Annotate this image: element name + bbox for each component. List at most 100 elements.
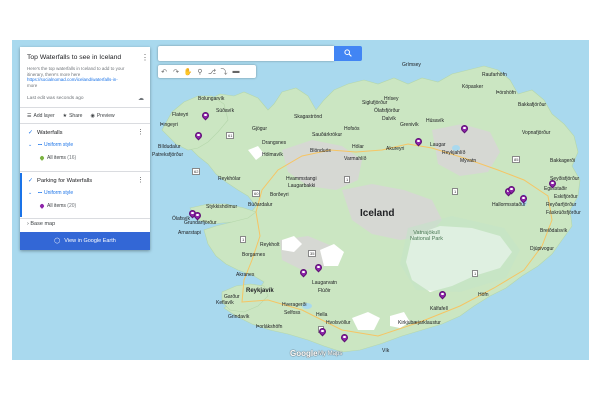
layer-checkbox[interactable]: ✓ (28, 129, 33, 136)
marker-icon[interactable]: ⚲ (194, 65, 206, 78)
eye-icon: ◉ (90, 113, 95, 119)
line-icon[interactable]: ⎇ (206, 65, 218, 78)
place-label-vopnafjordur: Vopnafjörður (522, 130, 551, 136)
place-label-breiddalsvik: Breiðdalsvík (540, 228, 568, 234)
capital-label: Reykjavík (246, 288, 274, 294)
chevron-down-icon[interactable]: ⌄ (28, 190, 32, 196)
road-shield: 60 (252, 190, 261, 197)
map-pin[interactable] (194, 212, 201, 221)
place-label-fludir: Flúðir (318, 288, 331, 294)
google-attribution: Google (290, 349, 318, 358)
place-label-laugarvatn: Laugarvatn (312, 280, 338, 286)
place-label-dalvik: Dalvík (382, 116, 396, 122)
place-label-vik: Vík (382, 348, 390, 354)
layer-style-link[interactable]: Uniform style (44, 142, 73, 148)
mymaps-attribution: My Maps (318, 351, 343, 357)
map-pin[interactable] (549, 180, 556, 189)
layer-waterfalls[interactable]: ✓ Waterfalls ⋮ ⌄ ⎓ Uniform style All ite… (20, 125, 150, 169)
hand-icon[interactable]: ✋ (182, 65, 194, 78)
redo-icon[interactable]: ↷ (170, 65, 182, 78)
purple-pin-icon (40, 204, 44, 209)
layer-style-link[interactable]: Uniform style (44, 190, 73, 196)
layers-icon: ☰ (27, 113, 32, 119)
divider (20, 218, 150, 219)
place-label-olafsfjordur: Ólafsfjörður (374, 108, 400, 114)
map-pin[interactable] (520, 195, 527, 204)
map-title[interactable]: Top Waterfalls to see in Iceland (27, 54, 121, 61)
share-button[interactable]: ★ Share (63, 113, 83, 119)
paint-roller-icon: ⎓ (38, 142, 42, 148)
description-link[interactable]: https://socialnomad.com/iceland/waterfal… (27, 77, 118, 82)
map-pin[interactable] (300, 269, 307, 278)
place-label-arnarstapi: Arnarstapi (178, 230, 201, 236)
map-pin[interactable] (315, 264, 322, 273)
place-label-hofn: Höfn (478, 292, 489, 298)
map-pin[interactable] (202, 112, 209, 121)
divider (20, 107, 150, 108)
place-label-saudarkrokur: Sauðárkrókur (312, 132, 343, 138)
divider (20, 171, 150, 172)
road-shield: 85 (512, 156, 521, 163)
base-map-toggle[interactable]: › Base map (27, 221, 55, 227)
road-shield: 62 (192, 168, 201, 175)
place-label-hvammstangi: Hvammstangi (286, 176, 317, 182)
search-button[interactable] (334, 46, 362, 61)
globe-icon: ◯ (54, 238, 61, 244)
place-label-thingeyri: Þingeyri (160, 122, 179, 128)
place-label-reykholar: Reykhólar (218, 176, 241, 182)
layer-options-icon[interactable]: ⋮ (137, 128, 144, 136)
layer-name[interactable]: Waterfalls (37, 130, 63, 136)
map-description[interactable]: Here's the top waterfalls in Iceland to … (27, 66, 139, 88)
place-label-varmahlid: Varmahlíð (344, 156, 367, 162)
map-pin[interactable] (341, 334, 348, 343)
place-label-djupivogur: Djúpivogur (530, 246, 554, 252)
map-pin[interactable] (461, 125, 468, 134)
place-label-bakkagerdi: Bakkagerði (550, 158, 576, 164)
park-label: Vatnajökull National Park (410, 230, 444, 242)
place-label-stykkisholmur: Stykkishólmur (206, 204, 238, 210)
map-pin[interactable] (319, 328, 326, 337)
layer-all-items[interactable]: All items (16) (47, 155, 76, 161)
map-pin[interactable] (508, 186, 515, 195)
place-label-sudavik: Súðavík (216, 108, 235, 114)
cloud-icon: ☁ (138, 96, 144, 102)
more-options-icon[interactable]: ⋮ (141, 53, 149, 62)
last-edit-status: Last edit was seconds ago (27, 96, 84, 101)
chevron-down-icon[interactable]: ⌄ (28, 142, 32, 148)
view-in-google-earth-button[interactable]: ◯ View in Google Earth (20, 232, 150, 250)
preview-button[interactable]: ◉ Preview (90, 113, 114, 119)
map-toolbar: ↶ ↷ ✋ ⚲ ⎇ ⤵ ▬ (158, 65, 256, 78)
layer-parking[interactable]: ✓ Parking for Waterfalls ⋮ ⌄ ⎓ Uniform s… (20, 173, 150, 217)
place-label-reykholt: Reykholt (260, 242, 280, 248)
place-label-hvolsvollur: Hvolsvöllur (326, 320, 351, 326)
search-input[interactable] (158, 46, 334, 61)
layer-checkbox[interactable]: ✓ (28, 177, 33, 184)
map-pin[interactable] (195, 132, 202, 141)
layer-name[interactable]: Parking for Waterfalls (37, 178, 92, 184)
place-label-kirkjubaejarklaustur: Kirkjubæjarklaustur (398, 320, 441, 326)
description-more[interactable]: more (27, 83, 37, 88)
road-shield: 1 (240, 236, 247, 243)
place-label-selfoss: Selfoss (284, 310, 301, 316)
road-shield: 1 (472, 270, 479, 277)
ruler-icon[interactable]: ▬ (230, 65, 242, 78)
place-label-drangsnes: Drangsnes (262, 140, 287, 146)
layer-options-icon[interactable]: ⋮ (137, 176, 144, 184)
place-label-bakkafjordur: Bakkafjörður (518, 102, 547, 108)
place-label-patreksfjordur: Patreksfjörður (152, 152, 184, 158)
place-label-eskifjordur: Eskifjörður (554, 194, 578, 200)
layer-all-items[interactable]: All items (20) (47, 203, 76, 209)
place-label-holar: Hólar (352, 144, 364, 150)
place-label-flateyri: Flateyri (172, 112, 189, 118)
place-label-thorlakshofn: Þorlákshöfn (256, 324, 283, 330)
map-pin[interactable] (439, 291, 446, 300)
undo-icon[interactable]: ↶ (158, 65, 170, 78)
map-pin[interactable] (415, 138, 422, 147)
chevron-right-icon: › (27, 221, 29, 227)
directions-icon[interactable]: ⤵ (218, 65, 230, 78)
place-label-borgarnes: Borgarnes (242, 252, 266, 258)
place-label-budardalur: Búðardalur (248, 202, 273, 208)
place-label-laugarbakki: Laugarbakki (288, 183, 316, 189)
add-layer-button[interactable]: ☰ Add layer (27, 113, 55, 119)
place-label-gjogur: Gjögur (252, 126, 268, 132)
